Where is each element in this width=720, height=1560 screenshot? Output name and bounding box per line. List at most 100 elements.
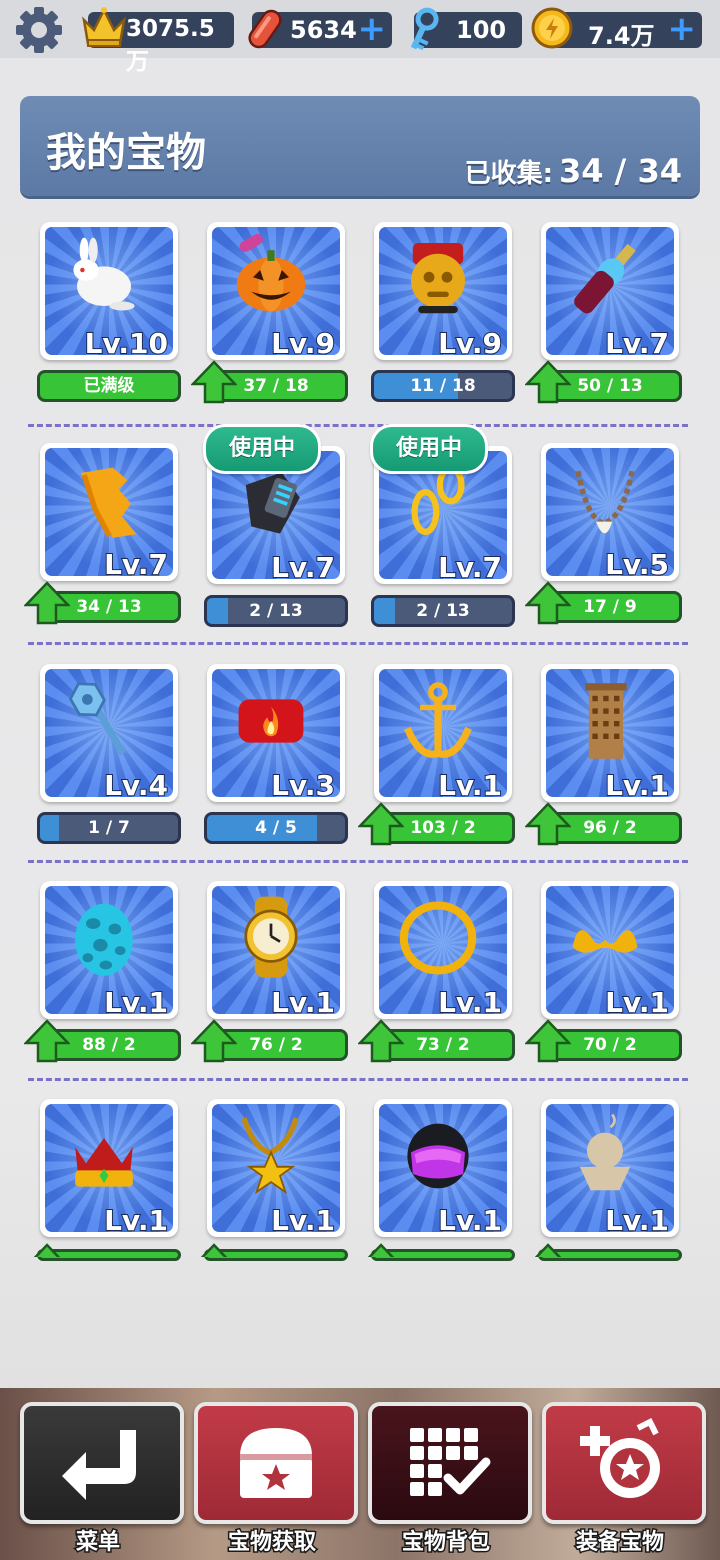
menu-button[interactable] — [20, 1402, 184, 1524]
treasure-obtain-button[interactable] — [194, 1402, 358, 1524]
gold-mustache-icon — [572, 930, 638, 953]
bottom-nav: 菜单 宝物获取 宝物背包 装备宝物 — [0, 1388, 720, 1560]
gold-watch-icon — [244, 896, 298, 978]
level-label: Lv.7 — [437, 550, 503, 585]
key-icon — [410, 7, 439, 51]
treasure-card-golden-mask[interactable]: Lv.9 — [374, 222, 512, 361]
page-title: 我的宝物 — [46, 130, 206, 176]
treasure-card-yellow-flag[interactable]: Lv.7 — [40, 443, 178, 582]
treasure-obtain-label: 宝物获取 — [226, 1529, 317, 1557]
progress-bar: 2 / 13 — [371, 595, 515, 627]
collected-count: 已收集: 34 / 34 — [465, 152, 682, 190]
treasure-card-wind-up-key[interactable]: Lv.4 — [40, 664, 178, 803]
level-label: Lv.7 — [103, 547, 169, 582]
grid-check-icon — [410, 1428, 491, 1496]
progress-text: 76 / 2 — [249, 1035, 303, 1055]
yellow-flag-icon — [80, 467, 137, 538]
treasure-card-guitar[interactable]: Lv.7 — [541, 222, 679, 361]
progress-bar: 2 / 13 — [204, 595, 348, 627]
collected-label: 已收集: — [464, 159, 553, 189]
treasure-card-gold-watch[interactable]: Lv.1 — [207, 881, 345, 1020]
progress-text: 34 / 13 — [76, 597, 142, 617]
equip-treasure-button[interactable] — [542, 1402, 706, 1524]
level-label: Lv.10 — [84, 326, 169, 361]
upgrade-arrow-icon[interactable] — [24, 1243, 70, 1257]
level-label: Lv.5 — [604, 547, 670, 582]
keys-value: 100 — [456, 16, 507, 44]
row-divider — [28, 860, 688, 863]
treasure-card-skyscraper[interactable]: Lv.1 — [541, 664, 679, 803]
progress-bar: 1 / 7 — [37, 812, 181, 844]
return-arrow-icon — [62, 1430, 136, 1500]
skyscraper-icon — [585, 683, 627, 759]
upgrade-arrow-icon[interactable] — [525, 1243, 571, 1257]
treasure-card-halo[interactable]: Lv.1 — [374, 881, 512, 1020]
equip-treasure-icon — [580, 1417, 660, 1498]
add-skateboard-button[interactable]: + — [358, 12, 387, 46]
level-label: Lv.1 — [103, 985, 169, 1020]
treasure-card-dino-egg[interactable]: Lv.1 — [40, 881, 178, 1020]
in-use-badge: 使用中 — [203, 424, 321, 474]
treasure-card-pumpkin[interactable]: Lv.9 — [207, 222, 345, 361]
dino-egg-icon — [75, 903, 133, 976]
upgrade-arrow-icon[interactable] — [525, 802, 571, 846]
level-label: Lv.9 — [437, 326, 503, 361]
progress-text: 103 / 2 — [410, 818, 476, 838]
row-divider — [28, 642, 688, 645]
progress-fill — [207, 598, 228, 624]
equip-treasure-label: 装备宝物 — [574, 1529, 665, 1557]
treasure-card-gold-mustache[interactable]: Lv.1 — [541, 881, 679, 1020]
progress-text: 17 / 9 — [583, 597, 637, 617]
coin-icon — [531, 7, 573, 49]
skateboard-value: 5634 — [290, 16, 357, 44]
anchor-icon — [404, 682, 472, 758]
treasure-card-fire-headband[interactable]: Lv.3 — [207, 664, 345, 803]
treasure-bag-label: 宝物背包 — [400, 1529, 491, 1557]
upgrade-arrow-icon[interactable] — [24, 1019, 70, 1063]
treasure-card-helmet[interactable]: Lv.1 — [374, 1099, 512, 1238]
helmet-icon — [407, 1123, 469, 1189]
treasure-bag-button[interactable] — [368, 1402, 532, 1524]
progress-text: 88 / 2 — [82, 1035, 136, 1055]
level-label: Lv.7 — [604, 326, 670, 361]
row-divider — [28, 1078, 688, 1081]
tooth-necklace-icon — [575, 470, 635, 534]
progress-text: 37 / 18 — [243, 376, 309, 396]
treasure-card-anchor[interactable]: Lv.1 — [374, 664, 512, 803]
treasure-card-rabbit[interactable]: Lv.10 — [40, 222, 178, 361]
upgrade-arrow-icon[interactable] — [525, 581, 571, 625]
upgrade-arrow-icon[interactable] — [525, 360, 571, 404]
level-label: Lv.7 — [270, 550, 336, 585]
upgrade-arrow-icon[interactable] — [358, 1243, 404, 1257]
upgrade-arrow-icon[interactable] — [358, 802, 404, 846]
level-label: Lv.4 — [103, 768, 169, 803]
treasure-card-tooth-necklace[interactable]: Lv.5 — [541, 443, 679, 582]
coins-value: 7.4万 — [588, 22, 655, 50]
add-coins-button[interactable]: + — [668, 12, 697, 46]
pumpkin-icon — [236, 234, 306, 312]
crown-icon — [75, 1138, 133, 1187]
level-label: Lv.1 — [270, 985, 336, 1020]
upgrade-arrow-icon[interactable] — [191, 360, 237, 404]
upgrade-arrow-icon[interactable] — [525, 1019, 571, 1063]
menu-label: 菜单 — [74, 1529, 121, 1557]
upgrade-arrow-icon[interactable] — [24, 581, 70, 625]
level-label: Lv.1 — [437, 985, 503, 1020]
upgrade-arrow-icon[interactable] — [191, 1019, 237, 1063]
row-divider — [28, 424, 688, 427]
level-label: Lv.9 — [270, 326, 336, 361]
currency-bar: 3075.5万 5634 + 100 7.4万 + — [0, 0, 720, 75]
in-use-badge: 使用中 — [370, 424, 488, 474]
treasure-card-voodoo-doll[interactable]: Lv.1 — [541, 1099, 679, 1238]
settings-gear-icon[interactable] — [14, 6, 64, 54]
halo-icon — [399, 901, 477, 975]
rabbit-icon — [73, 237, 135, 311]
upgrade-arrow-icon[interactable] — [191, 1243, 237, 1257]
progress-bar: 11 / 18 — [371, 370, 515, 402]
upgrade-arrow-icon[interactable] — [358, 1019, 404, 1063]
progress-fill — [40, 815, 60, 841]
treasure-chest-icon — [240, 1428, 312, 1498]
treasure-card-crown[interactable]: Lv.1 — [40, 1099, 178, 1238]
level-label: Lv.3 — [270, 768, 336, 803]
treasure-card-star-necklace[interactable]: Lv.1 — [207, 1099, 345, 1238]
